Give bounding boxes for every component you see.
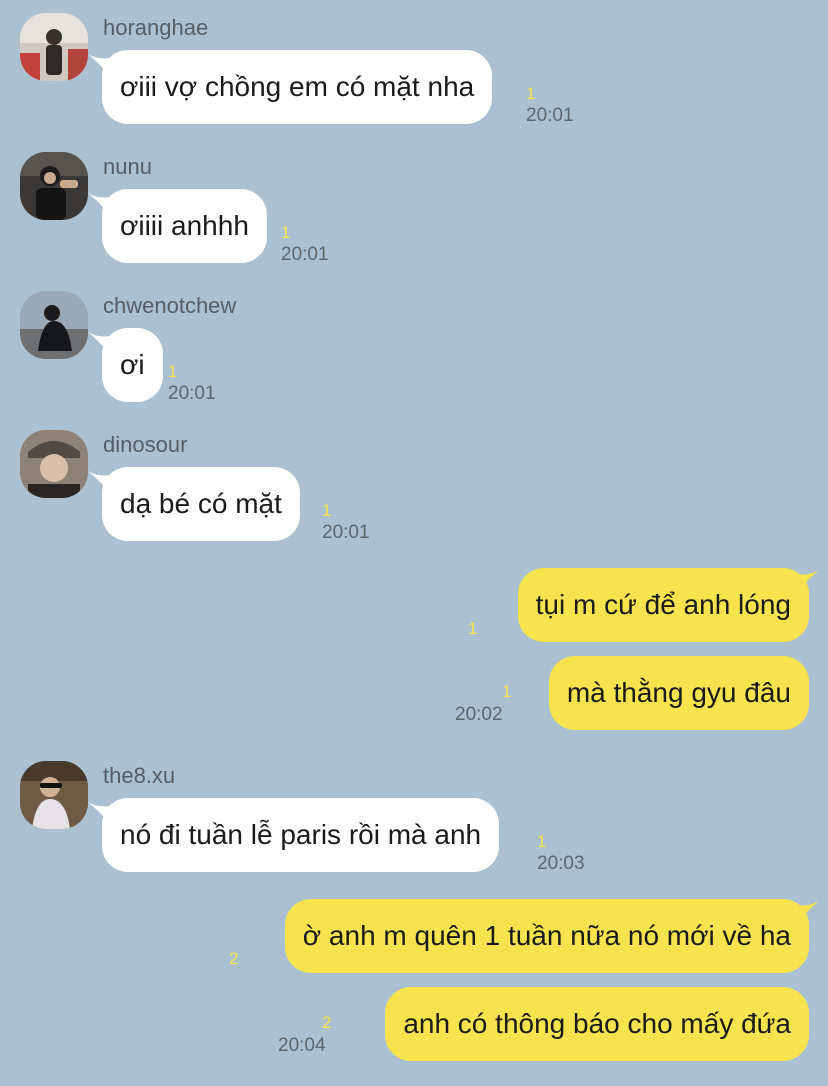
avatar-chwenotchew[interactable] <box>20 291 88 359</box>
avatar-dinosour[interactable] <box>20 430 88 498</box>
message-bubble[interactable]: ơiii vợ chồng em có mặt nha <box>102 50 493 124</box>
unread-count: 1 <box>322 501 332 520</box>
timestamp: 20:01 <box>322 522 370 543</box>
sender-name: the8.xu <box>103 763 176 788</box>
sender-name: chwenotchew <box>103 293 237 318</box>
timestamp: 20:02 <box>455 704 503 725</box>
sender-name: horanghae <box>103 15 209 40</box>
message-bubble[interactable]: mà thằng gyu đâu <box>548 656 809 730</box>
avatar-photo-icon <box>20 761 88 829</box>
timestamp: 20:01 <box>526 105 574 126</box>
message-bubble[interactable]: tụi m cứ để anh lóng <box>517 568 809 642</box>
timestamp: 20:01 <box>281 244 329 265</box>
unread-count: 1 <box>168 362 178 381</box>
unread-count: 1 <box>502 682 512 701</box>
unread-count: 1 <box>281 223 291 242</box>
message-bubble[interactable]: anh có thông báo cho mấy đứa <box>385 987 809 1061</box>
timestamp: 20:01 <box>168 383 216 404</box>
avatar-photo-icon <box>20 291 88 359</box>
message-bubble[interactable]: ờ anh m quên 1 tuần nữa nó mới về ha <box>284 899 809 973</box>
message-bubble[interactable]: ơi <box>102 328 163 402</box>
chat-screen: { "messages": [ {"sender": "horanghae", … <box>0 0 828 1086</box>
unread-count: 1 <box>526 84 536 103</box>
unread-count: 1 <box>537 832 547 851</box>
avatar-horanghae[interactable] <box>20 13 88 81</box>
timestamp: 20:03 <box>537 853 585 874</box>
avatar-photo-icon <box>20 13 88 81</box>
unread-count: 2 <box>229 949 239 968</box>
unread-count: 2 <box>322 1013 332 1032</box>
message-bubble[interactable]: nó đi tuần lễ paris rồi mà anh <box>102 798 500 872</box>
unread-count: 1 <box>468 619 478 638</box>
avatar-the8xu[interactable] <box>20 761 88 829</box>
message-bubble[interactable]: dạ bé có mặt <box>102 467 300 541</box>
avatar-nunu[interactable] <box>20 152 88 220</box>
message-bubble[interactable]: ơiiii anhhh <box>102 189 267 263</box>
avatar-photo-icon <box>20 152 88 220</box>
avatar-photo-icon <box>20 430 88 498</box>
sender-name: nunu <box>103 154 152 179</box>
sender-name: dinosour <box>103 432 188 457</box>
timestamp: 20:04 <box>278 1035 326 1056</box>
